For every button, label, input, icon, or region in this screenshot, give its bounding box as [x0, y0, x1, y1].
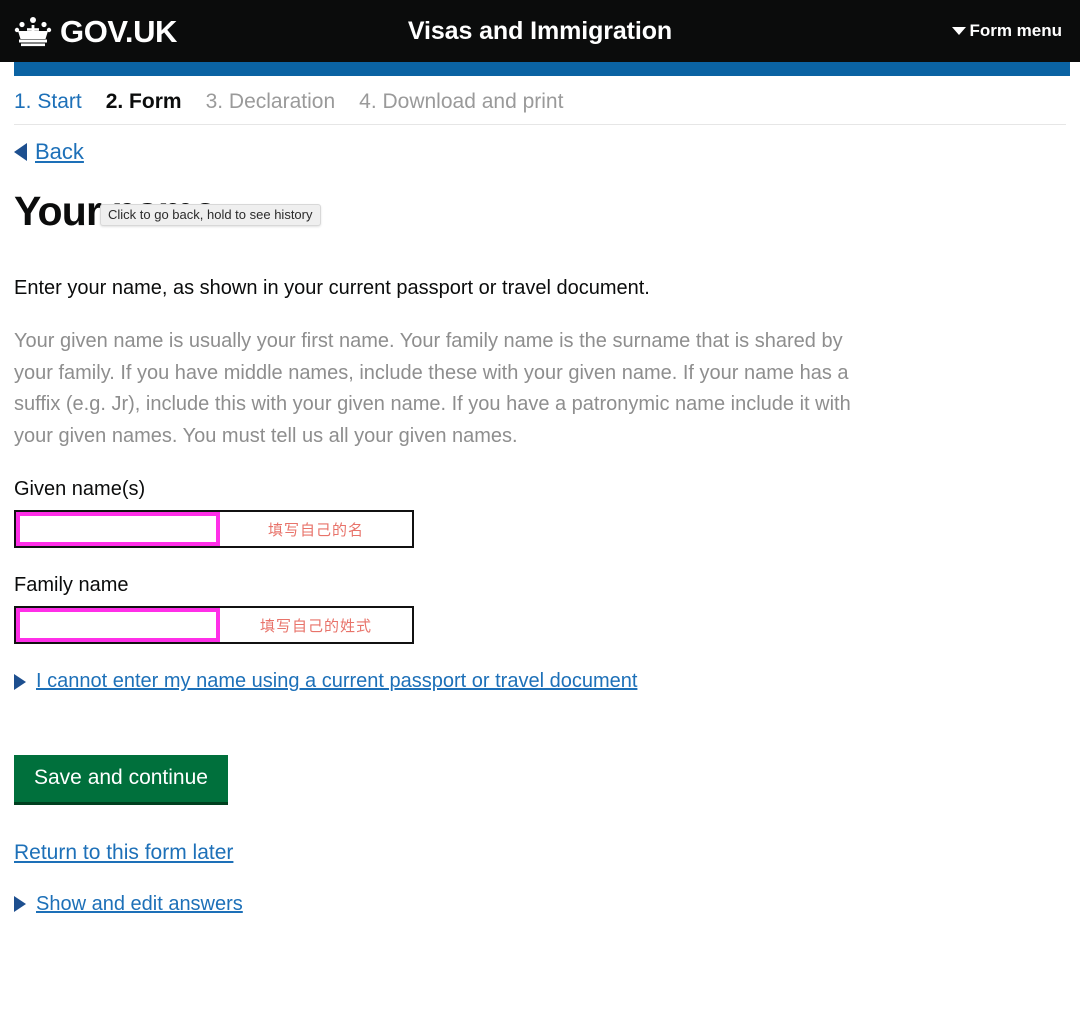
page-hint-text: Your given name is usually your first na… [14, 330, 851, 447]
step-4-download-and-print[interactable]: 4. Download and print [359, 90, 563, 114]
family-name-highlight [16, 608, 220, 643]
page-content: 1. Start 2. Form 3. Declaration 4. Downl… [0, 76, 1080, 916]
family-name-annotation: 填写自己的姓式 [259, 616, 372, 635]
given-name-annotation: 填写自己的名 [267, 520, 364, 539]
given-name-input[interactable] [20, 516, 216, 543]
step-navigation: 1. Start 2. Form 3. Declaration 4. Downl… [14, 76, 1066, 125]
step-2-form[interactable]: 2. Form [106, 90, 182, 114]
disclosure-triangle-icon [14, 673, 26, 690]
back-row[interactable]: Back [14, 125, 1066, 165]
given-name-field-block: Given name(s) 填写自己的名 [14, 478, 1066, 549]
chevron-left-icon [14, 143, 27, 161]
family-name-annotated-box: 填写自己的姓式 [14, 606, 414, 645]
given-name-annotated-box: 填写自己的名 [14, 510, 414, 549]
phase-bar-container [0, 62, 1080, 76]
cannot-enter-name-link[interactable]: I cannot enter my name using a current p… [36, 670, 637, 693]
global-header: GOV.UK Visas and Immigration Form menu [0, 0, 1080, 62]
cannot-enter-name-details[interactable]: I cannot enter my name using a current p… [14, 670, 1066, 693]
chevron-down-icon [952, 27, 967, 35]
phase-bar [14, 62, 1070, 76]
form-menu-label: Form menu [969, 21, 1062, 40]
govuk-brand-text: GOV.UK [60, 13, 178, 49]
given-name-label: Given name(s) [14, 478, 146, 501]
family-name-input[interactable] [20, 612, 216, 639]
return-to-form-later-link[interactable]: Return to this form later [14, 841, 233, 865]
govuk-logo-link[interactable]: GOV.UK [14, 15, 177, 47]
back-button-tooltip: Click to go back, hold to see history [100, 204, 321, 226]
step-3-declaration[interactable]: 3. Declaration [206, 90, 336, 114]
form-menu-button[interactable]: Form menu [952, 21, 1062, 41]
crown-icon [14, 17, 52, 47]
show-and-edit-answers-details[interactable]: Show and edit answers [14, 893, 1066, 916]
back-link[interactable]: Back [35, 139, 84, 165]
family-name-field-block: Family name 填写自己的姓式 [14, 574, 1066, 645]
save-and-continue-button[interactable]: Save and continue [14, 755, 228, 805]
show-and-edit-answers-link[interactable]: Show and edit answers [36, 893, 243, 916]
disclosure-triangle-icon [14, 896, 26, 913]
step-1-start[interactable]: 1. Start [14, 90, 82, 114]
family-name-label: Family name [14, 574, 129, 597]
given-name-highlight [16, 512, 220, 547]
return-later-row: Return to this form later [14, 805, 1066, 865]
page-lede-text: Enter your name, as shown in your curren… [14, 277, 650, 300]
